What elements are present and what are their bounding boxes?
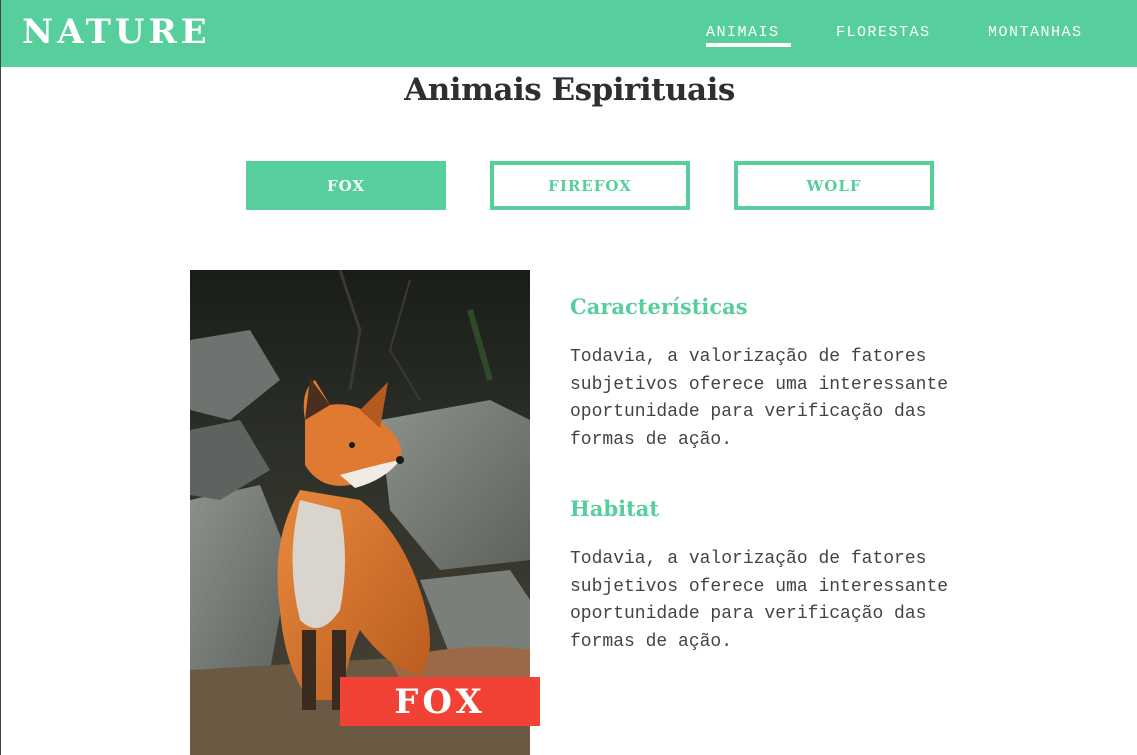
section-heading-caracteristicas: Características — [570, 294, 748, 319]
tab-wolf[interactable]: WOLF — [734, 161, 934, 210]
tab-firefox[interactable]: FIREFOX — [490, 161, 690, 210]
nav-active-indicator — [706, 43, 791, 47]
section-text-habitat: Todavia, a valorização de fatores subjet… — [570, 549, 949, 652]
nav-item-montanhas[interactable]: MONTANHAS — [988, 24, 1083, 41]
tab-fox[interactable]: FOX — [246, 161, 446, 210]
section-heading-habitat: Habitat — [570, 496, 660, 521]
brand-logo[interactable]: NATURE — [22, 12, 211, 52]
top-navbar: NATURE ANIMAIS FLORESTAS MONTANHAS — [1, 0, 1137, 67]
photo-caption-label: FOX — [340, 677, 540, 726]
section-text-caracteristicas: Todavia, a valorização de fatores subjet… — [570, 347, 949, 450]
nav-item-florestas[interactable]: FLORESTAS — [836, 24, 931, 41]
page-title: Animais Espirituais — [404, 72, 735, 108]
nav-item-animais[interactable]: ANIMAIS — [706, 24, 780, 41]
